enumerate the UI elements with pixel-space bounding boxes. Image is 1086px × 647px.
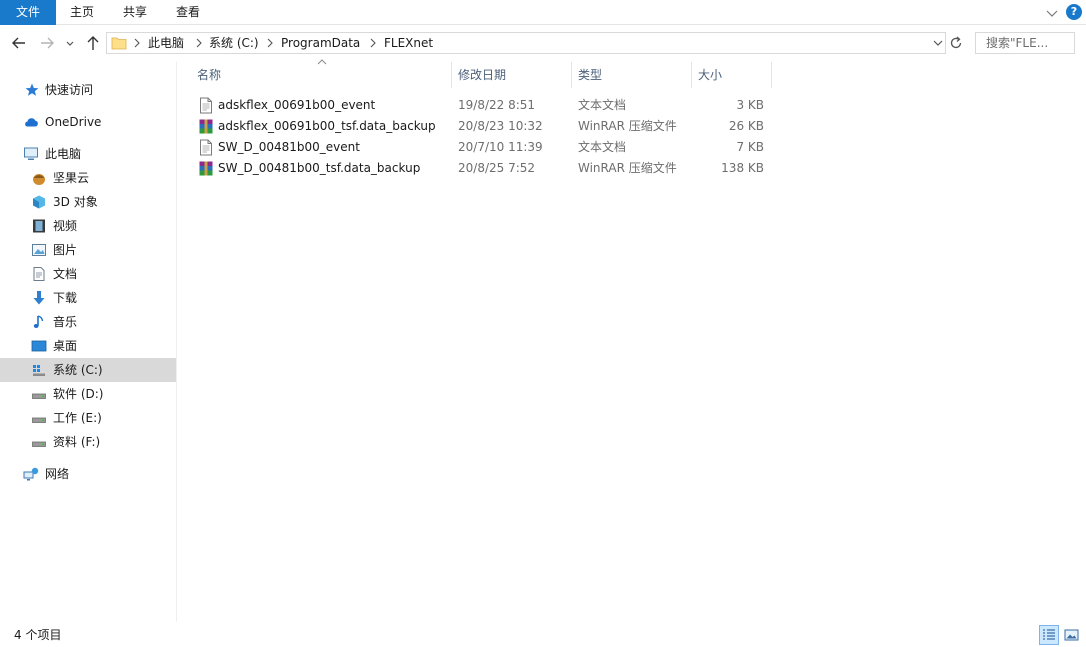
nut-icon <box>33 174 45 185</box>
ribbon: 文件 主页 共享 查看 ? <box>0 0 1086 25</box>
tab-view[interactable]: 查看 <box>166 0 210 25</box>
sidebar-item-software-d[interactable]: 软件 (D:) <box>0 382 176 406</box>
computer-icon <box>24 147 38 160</box>
file-type: 文本文档 <box>578 140 627 154</box>
sidebar-item-system-c[interactable]: 系统 (C:) <box>0 358 176 382</box>
file-name: adskflex_00691b00_event <box>218 98 376 112</box>
sidebar-item-work-e[interactable]: 工作 (E:) <box>0 406 176 430</box>
column-divider[interactable] <box>771 62 772 88</box>
drive-icon <box>32 417 46 423</box>
sidebar-item-pictures[interactable]: 图片 <box>0 238 176 262</box>
breadcrumb-programdata[interactable]: ProgramData <box>281 33 360 53</box>
cloud-icon <box>25 118 38 127</box>
music-note-icon <box>33 315 44 328</box>
winrar-icon <box>199 161 213 176</box>
file-date: 19/8/22 8:51 <box>458 98 536 112</box>
file-row[interactable]: SW_D_00481b00_event 20/7/10 11:39 文本文档 7… <box>196 137 772 158</box>
breadcrumb-system-c[interactable]: 系统 (C:) <box>209 33 259 53</box>
tab-home[interactable]: 主页 <box>60 0 104 25</box>
file-type: 文本文档 <box>578 98 627 112</box>
file-size: 7 KB <box>736 140 764 154</box>
sidebar-item-this-pc[interactable]: 此电脑 <box>0 142 176 166</box>
file-row[interactable]: SW_D_00481b00_tsf.data_backup 20/8/25 7:… <box>196 158 772 179</box>
sidebar-item-videos[interactable]: 视频 <box>0 214 176 238</box>
file-name: adskflex_00691b00_tsf.data_backup <box>218 119 436 133</box>
download-arrow-icon <box>33 291 45 305</box>
text-file-icon <box>200 139 212 156</box>
sidebar-item-network[interactable]: 网络 <box>0 462 176 486</box>
folder-icon <box>111 37 127 50</box>
text-file-icon <box>200 97 212 114</box>
document-icon <box>33 267 45 281</box>
file-name: SW_D_00481b00_event <box>218 140 360 154</box>
file-type: WinRAR 压缩文件 <box>578 119 677 133</box>
sidebar-item-documents[interactable]: 文档 <box>0 262 176 286</box>
drive-icon <box>32 441 46 447</box>
file-size: 26 KB <box>728 119 764 133</box>
sidebar-item-data-f[interactable]: 资料 (F:) <box>0 430 176 454</box>
navigation-pane: 快速访问 OneDrive 此电脑 坚果云 3D 对象 视频 图片 文档 下载 … <box>0 62 177 622</box>
forward-arrow-icon[interactable] <box>38 34 56 52</box>
column-header-name[interactable]: 名称 <box>197 62 451 88</box>
chevron-right-icon[interactable] <box>195 38 203 48</box>
status-item-count: 4 个项目 <box>14 628 62 642</box>
address-bar[interactable]: 此电脑 系统 (C:) ProgramData FLEXnet <box>106 32 946 54</box>
sidebar-item-onedrive[interactable]: OneDrive <box>0 110 176 134</box>
column-header-date[interactable]: 修改日期 <box>458 62 570 88</box>
sidebar-item-quick-access[interactable]: 快速访问 <box>0 78 176 102</box>
column-header-size[interactable]: 大小 <box>698 62 770 88</box>
file-name: SW_D_00481b00_tsf.data_backup <box>218 161 421 175</box>
back-arrow-icon[interactable] <box>10 34 28 52</box>
column-header-type[interactable]: 类型 <box>578 62 690 88</box>
details-view-icon <box>1043 629 1055 640</box>
sidebar-item-music[interactable]: 音乐 <box>0 310 176 334</box>
breadcrumb-flexnet[interactable]: FLEXnet <box>384 33 433 53</box>
film-icon <box>33 219 45 233</box>
breadcrumb-this-pc[interactable]: 此电脑 <box>148 33 184 53</box>
file-size: 138 KB <box>721 161 764 175</box>
column-divider[interactable] <box>691 62 692 88</box>
refresh-icon[interactable] <box>947 33 965 53</box>
windows-drive-icon <box>33 365 45 376</box>
file-date: 20/8/23 10:32 <box>458 119 543 133</box>
network-icon <box>23 467 39 481</box>
chevron-right-icon[interactable] <box>133 38 141 48</box>
file-row[interactable]: adskflex_00691b00_event 19/8/22 8:51 文本文… <box>196 95 772 116</box>
file-type: WinRAR 压缩文件 <box>578 161 677 175</box>
file-date: 20/7/10 11:39 <box>458 140 543 154</box>
up-arrow-icon[interactable] <box>84 34 102 52</box>
search-input[interactable]: 搜索"FLE... <box>975 32 1075 54</box>
sidebar-item-downloads[interactable]: 下载 <box>0 286 176 310</box>
ribbon-expand-icon[interactable] <box>1044 5 1060 21</box>
sidebar-item-desktop[interactable]: 桌面 <box>0 334 176 358</box>
large-icons-view-icon <box>1064 629 1079 641</box>
large-icons-view-button[interactable] <box>1062 625 1082 645</box>
search-placeholder: 搜索"FLE... <box>986 36 1049 50</box>
chevron-right-icon[interactable] <box>266 38 274 48</box>
cube-icon <box>33 195 45 209</box>
desktop-icon <box>31 340 47 352</box>
chevron-right-icon[interactable] <box>369 38 377 48</box>
file-date: 20/8/25 7:52 <box>458 161 536 175</box>
details-view-button[interactable] <box>1039 625 1059 645</box>
sidebar-item-jianguoyun[interactable]: 坚果云 <box>0 166 176 190</box>
tab-share[interactable]: 共享 <box>113 0 157 25</box>
address-dropdown-icon[interactable] <box>933 38 943 48</box>
recent-locations-icon[interactable] <box>64 34 76 52</box>
file-row[interactable]: adskflex_00691b00_tsf.data_backup 20/8/2… <box>196 116 772 137</box>
column-divider[interactable] <box>571 62 572 88</box>
star-icon <box>25 83 39 96</box>
picture-icon <box>32 244 46 256</box>
winrar-icon <box>199 119 213 134</box>
drive-icon <box>32 393 46 399</box>
column-divider[interactable] <box>451 62 452 88</box>
sidebar-item-3d-objects[interactable]: 3D 对象 <box>0 190 176 214</box>
help-icon[interactable]: ? <box>1066 4 1082 20</box>
file-size: 3 KB <box>736 98 764 112</box>
tab-file[interactable]: 文件 <box>0 0 56 25</box>
